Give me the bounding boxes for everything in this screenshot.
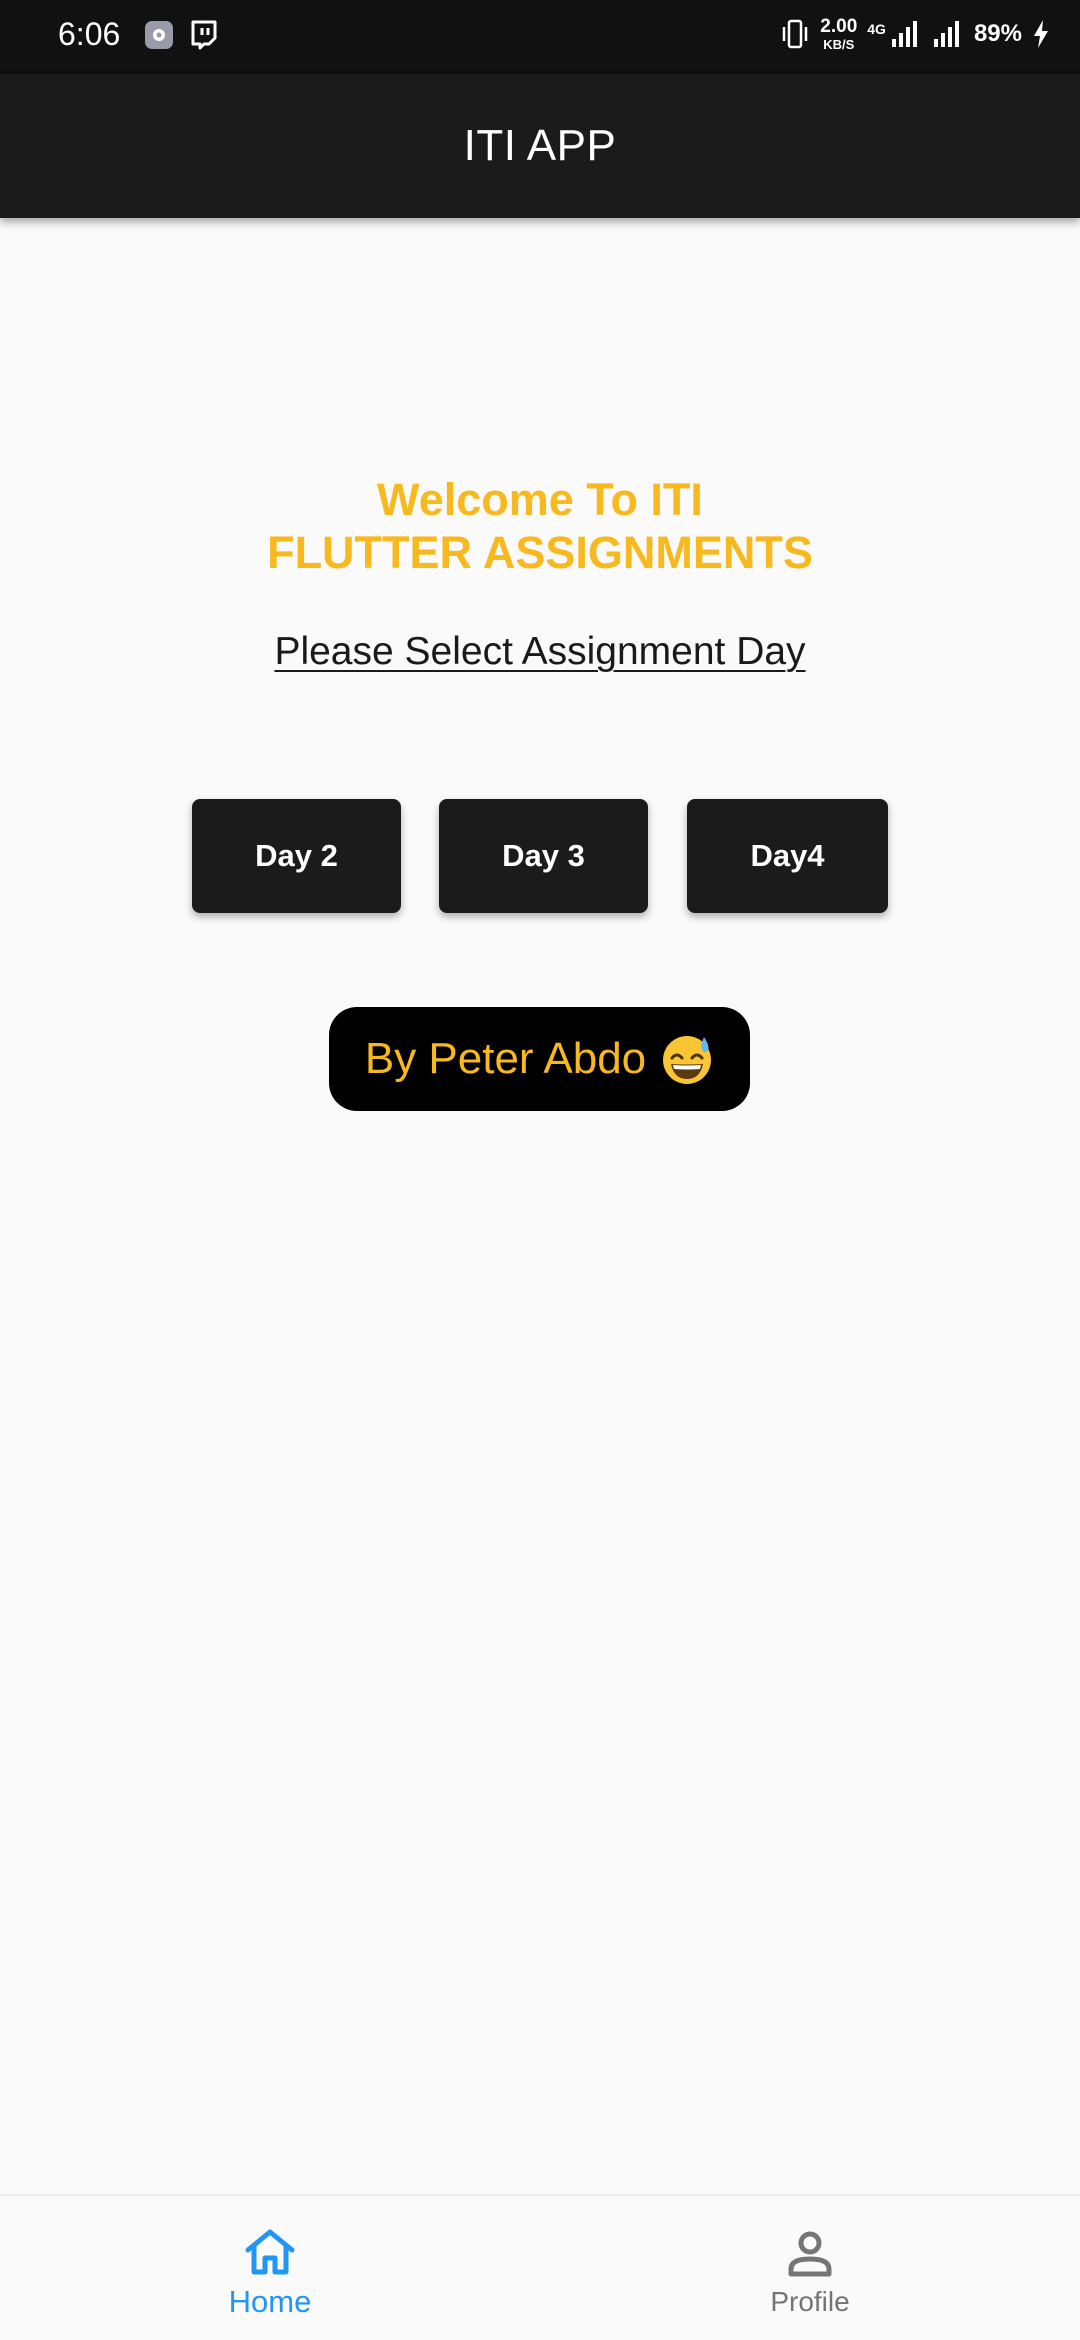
app-title: ITI APP [463,121,617,170]
day-3-button[interactable]: Day 3 [439,799,648,913]
day-2-button[interactable]: Day 2 [192,799,401,913]
signal-icon [891,21,917,47]
status-right-group: 2.00 KB/S 4G 89% [780,14,1050,54]
network-speed-value: 2.00 [820,16,858,37]
welcome-subheading: FLUTTER ASSIGNMENTS [267,527,813,578]
network-speed-unit: KB/S [823,37,855,52]
signal-icon [933,21,959,47]
home-icon [245,2229,295,2275]
network-speed: 2.00 KB/S [820,17,857,51]
nav-item-profile[interactable]: Profile [540,2196,1080,2340]
battery-percentage: 89% [973,20,1022,47]
author-badge: By Peter Abdo [329,1007,750,1111]
nav-label-home: Home [228,2284,312,2319]
day-4-button[interactable]: Day4 [687,799,888,913]
status-time: 6:06 [58,16,121,52]
app-bar: ITI APP [0,74,1080,218]
author-label: By Peter Abdo [364,1034,647,1083]
charging-icon [1034,20,1048,48]
nav-label-profile: Profile [770,2286,850,2317]
vibrate-icon [783,19,808,49]
select-day-prompt: Please Select Assignment Day [274,630,806,673]
status-bar: 6:06 2.00 KB/S 4G 89% [0,0,1080,74]
bottom-navigation: Home Profile [0,2194,1080,2340]
twitch-icon [191,20,217,50]
grinning-sweat-emoji-icon [663,1036,712,1084]
person-icon [788,2231,832,2277]
nav-item-home[interactable]: Home [0,2196,540,2340]
settings-app-icon [145,21,173,49]
welcome-heading: Welcome To ITI [377,474,703,525]
network-type: 4G [867,21,886,37]
